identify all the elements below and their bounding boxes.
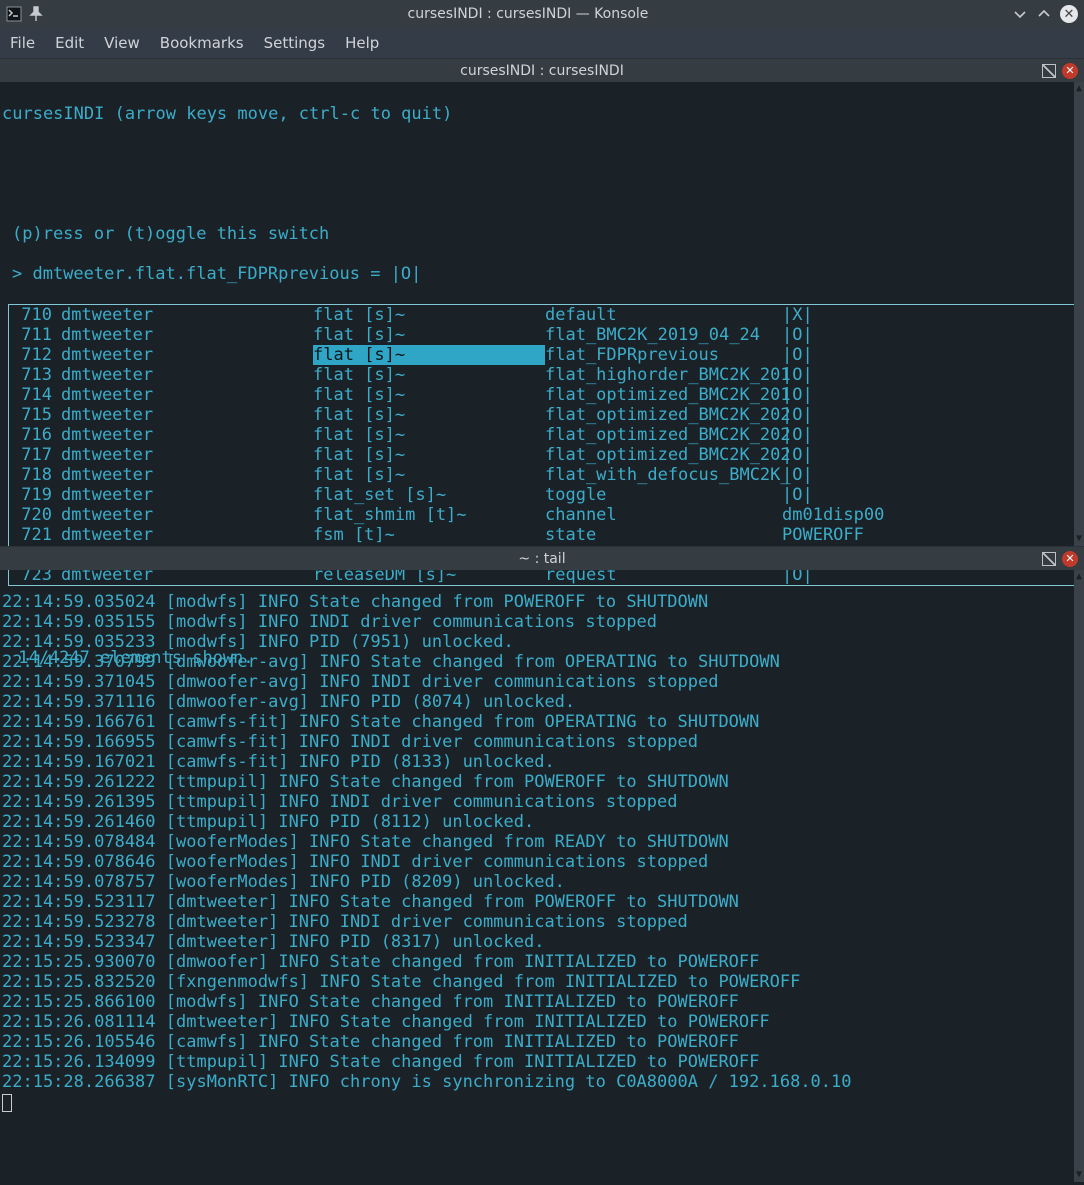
- scrollbar-bottom[interactable]: ▲▼: [1074, 570, 1084, 1182]
- element-list-box: 710dmtweeterflat [s]~default|X| 711dmtwe…: [8, 304, 1076, 586]
- log-line: 22:14:59.261460 [ttmpupil] INFO PID (811…: [2, 812, 1080, 832]
- menu-edit[interactable]: Edit: [55, 34, 84, 52]
- property-cell: flat [s]~: [313, 305, 545, 325]
- log-line: 22:14:59.523117 [dmtweeter] INFO State c…: [2, 892, 1080, 912]
- log-line: 22:14:59.523347 [dmtweeter] INFO PID (83…: [2, 932, 1080, 952]
- split-top-titlebar: cursesINDI : cursesINDI ✕: [0, 58, 1084, 82]
- property-cell: flat [s]~: [313, 405, 545, 425]
- cursor-icon: [2, 1094, 12, 1112]
- split-maximize-icon[interactable]: [1042, 552, 1056, 566]
- log-line: 22:15:26.105546 [camwfs] INFO State chan…: [2, 1032, 1080, 1052]
- property-cell: flat_shmim [t]~: [313, 505, 545, 525]
- log-line: 22:15:25.866100 [modwfs] INFO State chan…: [2, 992, 1080, 1012]
- window-titlebar: cursesINDI : cursesINDI — Konsole ✕: [0, 0, 1084, 28]
- log-line: 22:15:25.930070 [dmwoofer] INFO State ch…: [2, 952, 1080, 972]
- menu-settings[interactable]: Settings: [264, 34, 326, 52]
- split-top-title: cursesINDI : cursesINDI: [460, 63, 624, 79]
- log-line: 22:14:59.371116 [dmwoofer-avg] INFO PID …: [2, 692, 1080, 712]
- property-cell: flat [s]~: [313, 425, 545, 445]
- table-row[interactable]: 712dmtweeterflat [s]~flat_FDPRprevious|O…: [11, 345, 1073, 365]
- log-line: 22:14:59.523278 [dmtweeter] INFO INDI dr…: [2, 912, 1080, 932]
- property-cell: flat_set [s]~: [313, 485, 545, 505]
- scroll-down-icon[interactable]: ▼: [1074, 532, 1084, 546]
- curses-header: cursesINDI (arrow keys move, ctrl-c to q…: [2, 104, 1080, 124]
- menu-help[interactable]: Help: [345, 34, 379, 52]
- property-cell: fsm [t]~: [313, 525, 545, 545]
- table-row[interactable]: 716dmtweeterflat [s]~flat_optimized_BMC2…: [11, 425, 1073, 445]
- table-row[interactable]: 713dmtweeterflat [s]~flat_highorder_BMC2…: [11, 365, 1073, 385]
- cursor-line: [2, 1092, 1080, 1112]
- log-line: 22:15:26.081114 [dmtweeter] INFO State c…: [2, 1012, 1080, 1032]
- maximize-icon[interactable]: [1036, 6, 1052, 22]
- curses-prompt: > dmtweeter.flat.flat_FDPRprevious = |O|: [2, 264, 1080, 284]
- log-line: 22:14:59.166761 [camwfs-fit] INFO State …: [2, 712, 1080, 732]
- property-cell: flat [s]~: [313, 465, 545, 485]
- terminal-top[interactable]: cursesINDI (arrow keys move, ctrl-c to q…: [0, 82, 1084, 546]
- log-line: 22:14:59.261222 [ttmpupil] INFO State ch…: [2, 772, 1080, 792]
- terminal-bottom[interactable]: 22:14:59.035024 [modwfs] INFO State chan…: [0, 570, 1084, 1182]
- log-line: 22:14:59.167021 [camwfs-fit] INFO PID (8…: [2, 752, 1080, 772]
- table-row[interactable]: 721dmtweeterfsm [t]~statePOWEROFF: [11, 525, 1073, 545]
- log-line: 22:14:59.371045 [dmwoofer-avg] INFO INDI…: [2, 672, 1080, 692]
- table-row[interactable]: 718dmtweeterflat [s]~flat_with_defocus_B…: [11, 465, 1073, 485]
- log-line: 22:14:59.261395 [ttmpupil] INFO INDI dri…: [2, 792, 1080, 812]
- table-row[interactable]: 711dmtweeterflat [s]~flat_BMC2K_2019_04_…: [11, 325, 1073, 345]
- property-cell: flat [s]~: [313, 445, 545, 465]
- log-line: 22:14:59.035155 [modwfs] INFO INDI drive…: [2, 612, 1080, 632]
- window-title: cursesINDI : cursesINDI — Konsole: [44, 6, 1012, 22]
- table-row[interactable]: 717dmtweeterflat [s]~flat_optimized_BMC2…: [11, 445, 1073, 465]
- table-row[interactable]: 715dmtweeterflat [s]~flat_optimized_BMC2…: [11, 405, 1073, 425]
- log-line: 22:14:59.035024 [modwfs] INFO State chan…: [2, 592, 1080, 612]
- menu-view[interactable]: View: [104, 34, 140, 52]
- app-icon: [6, 6, 22, 22]
- log-line: 22:14:59.166955 [camwfs-fit] INFO INDI d…: [2, 732, 1080, 752]
- menubar: File Edit View Bookmarks Settings Help: [0, 28, 1084, 58]
- menu-bookmarks[interactable]: Bookmarks: [160, 34, 244, 52]
- curses-instruction: (p)ress or (t)oggle this switch: [2, 224, 1080, 244]
- scroll-up-icon[interactable]: ▲: [1074, 570, 1084, 584]
- split-maximize-icon[interactable]: [1042, 64, 1056, 78]
- close-icon[interactable]: ✕: [1060, 5, 1078, 23]
- pin-icon[interactable]: [28, 6, 44, 22]
- table-row[interactable]: 719dmtweeterflat_set [s]~toggle|O|: [11, 485, 1073, 505]
- property-cell: flat [s]~: [313, 325, 545, 345]
- split-bottom-title: ~ : tail: [518, 551, 565, 567]
- log-line: 22:14:59.078757 [wooferModes] INFO PID (…: [2, 872, 1080, 892]
- log-line: 22:14:59.035233 [modwfs] INFO PID (7951)…: [2, 632, 1080, 652]
- log-line: 22:14:59.078484 [wooferModes] INFO State…: [2, 832, 1080, 852]
- table-row[interactable]: 714dmtweeterflat [s]~flat_optimized_BMC2…: [11, 385, 1073, 405]
- scroll-up-icon[interactable]: ▲: [1074, 82, 1084, 96]
- log-line: 22:14:59.370799 [dmwoofer-avg] INFO Stat…: [2, 652, 1080, 672]
- log-line: 22:15:28.266387 [sysMonRTC] INFO chrony …: [2, 1072, 1080, 1092]
- scrollbar-top[interactable]: ▲ ▼: [1074, 82, 1084, 546]
- log-line: 22:15:26.134099 [ttmpupil] INFO State ch…: [2, 1052, 1080, 1072]
- minimize-icon[interactable]: [1012, 6, 1028, 22]
- table-row[interactable]: 720dmtweeterflat_shmim [t]~channeldm01di…: [11, 505, 1073, 525]
- property-cell: flat [s]~: [313, 365, 545, 385]
- menu-file[interactable]: File: [10, 34, 35, 52]
- scroll-down-icon[interactable]: ▼: [1074, 1168, 1084, 1182]
- property-cell: flat [s]~: [313, 385, 545, 405]
- log-line: 22:15:25.832520 [fxngenmodwfs] INFO Stat…: [2, 972, 1080, 992]
- split-close-icon[interactable]: ✕: [1062, 551, 1078, 567]
- table-row[interactable]: 710dmtweeterflat [s]~default|X|: [11, 305, 1073, 325]
- property-cell: flat [s]~: [313, 345, 545, 365]
- split-close-icon[interactable]: ✕: [1062, 63, 1078, 79]
- log-line: 22:14:59.078646 [wooferModes] INFO INDI …: [2, 852, 1080, 872]
- split-bottom-titlebar: ~ : tail ✕: [0, 546, 1084, 570]
